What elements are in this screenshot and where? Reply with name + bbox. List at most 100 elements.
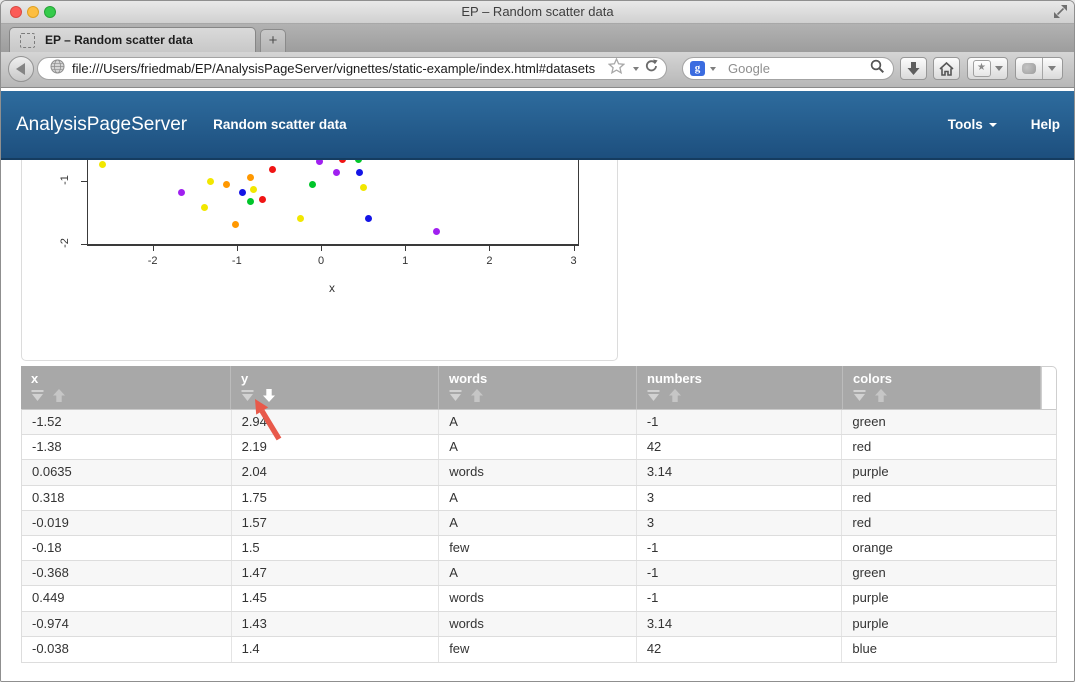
table-cell: A [439,511,637,535]
addons-dropdown-segment[interactable] [1042,58,1062,79]
new-tab-button[interactable]: + [260,29,286,52]
table-cell: 1.5 [232,536,440,560]
x-tick-mark [405,245,406,251]
window-title: EP – Random scatter data [1,1,1074,23]
table-cell: -0.038 [22,637,232,662]
bookmarks-button[interactable]: ★ [967,57,1008,80]
search-input[interactable]: Google [728,61,870,76]
tools-menu[interactable]: Tools [948,117,997,132]
x-tick-label: 1 [390,255,420,267]
google-engine-icon[interactable]: g [690,61,705,76]
back-button[interactable] [8,56,34,82]
scatter-point [223,181,230,188]
table-cell: 42 [637,435,843,459]
table-cell: 3.14 [637,612,843,636]
scatter-point [207,178,214,185]
table-cell: A [439,435,637,459]
browser-window: EP – Random scatter data EP – Random sca… [0,0,1075,682]
column-label: y [241,371,438,386]
addon-segment[interactable] [1016,58,1042,79]
home-button[interactable] [933,57,960,80]
tab-label: EP – Random scatter data [45,33,193,47]
table-cell: -1 [637,410,843,434]
table-cell: purple [842,586,1056,610]
scatter-point [201,204,208,211]
scatter-point [99,161,106,168]
reload-icon[interactable] [644,59,658,78]
table-cell: -1 [637,536,843,560]
bookmark-star-icon[interactable] [608,58,625,79]
table-cell: words [439,586,637,610]
table-cell: A [439,561,637,585]
addons-dropdown-icon [1048,66,1056,71]
table-row: -1.522.94A-1green [22,410,1056,435]
scatter-point [297,215,304,222]
y-tick-label: -1 [59,165,71,195]
tools-caret-icon [989,123,997,127]
sort-ascending-icon[interactable] [471,389,483,407]
table-cell: -1.38 [22,435,232,459]
addon-icon [1022,63,1036,74]
scatter-point [250,186,257,193]
table-cell: 1.47 [232,561,440,585]
column-header-numbers[interactable]: numbers [637,366,843,409]
filter-icon[interactable] [31,389,44,407]
table-cell: red [842,486,1056,510]
column-header-x[interactable]: x [21,366,231,409]
table-cell: purple [842,612,1056,636]
filter-icon[interactable] [853,389,866,407]
column-label: x [31,371,230,386]
filter-icon[interactable] [449,389,462,407]
navigation-toolbar: file:///Users/friedmab/EP/AnalysisPageSe… [1,52,1074,88]
column-header-colors[interactable]: colors [843,366,1041,409]
data-table: xywordsnumberscolors -1.522.94A-1green-1… [21,366,1057,663]
search-icon[interactable] [870,59,885,79]
table-cell: red [842,435,1056,459]
tab-ep-random-scatter-data[interactable]: EP – Random scatter data [9,27,256,52]
home-icon [939,62,954,76]
table-row: -0.9741.43words3.14purple [22,612,1056,637]
search-engine-dropdown-icon[interactable] [710,67,716,71]
scatter-point [316,160,323,165]
table-header-row: xywords numberscolors [21,366,1057,409]
x-tick-label: -2 [138,255,168,267]
table-cell: 3.14 [637,460,843,484]
table-cell: -0.974 [22,612,232,636]
scatter-point [259,196,266,203]
column-header-words[interactable]: words [439,366,637,409]
url-dropdown-icon[interactable] [633,67,639,71]
table-cell: 1.45 [232,586,440,610]
table-row: -0.0191.57A3red [22,511,1056,536]
table-cell: green [842,410,1056,434]
table-scrollbar-gutter[interactable] [1041,366,1057,409]
table-cell: 1.75 [232,486,440,510]
y-tick-mark [81,181,87,182]
plot-right-border [578,160,579,245]
app-tab-placeholder-icon[interactable] [20,33,35,48]
table-row: -0.0381.4few42blue [22,637,1056,662]
search-field[interactable]: g Google [682,57,894,80]
x-tick-label: 3 [559,255,589,267]
brand-link[interactable]: AnalysisPageServer [16,114,187,136]
table-cell: A [439,486,637,510]
sort-ascending-icon[interactable] [53,389,65,407]
table-row: 0.3181.75A3red [22,486,1056,511]
table-cell: 3 [637,511,843,535]
sort-ascending-icon[interactable] [669,389,681,407]
sort-ascending-icon[interactable] [875,389,887,407]
red-arrow-annotation [245,397,293,445]
page-viewport: AnalysisPageServer Random scatter data T… [1,88,1074,682]
fullscreen-icon[interactable] [1054,5,1067,23]
url-text[interactable]: file:///Users/friedmab/EP/AnalysisPageSe… [72,61,605,76]
table-cell: purple [842,460,1056,484]
url-field[interactable]: file:///Users/friedmab/EP/AnalysisPageSe… [37,57,667,80]
filter-icon[interactable] [647,389,660,407]
table-cell: 1.57 [232,511,440,535]
table-row: -0.3681.47A-1green [22,561,1056,586]
help-menu[interactable]: Help [1031,117,1060,132]
addons-button[interactable] [1015,57,1063,80]
bookmarks-star-icon: ★ [973,60,991,77]
table-cell: 0.0635 [22,460,232,484]
download-button[interactable] [900,57,927,80]
column-label: numbers [647,371,842,386]
